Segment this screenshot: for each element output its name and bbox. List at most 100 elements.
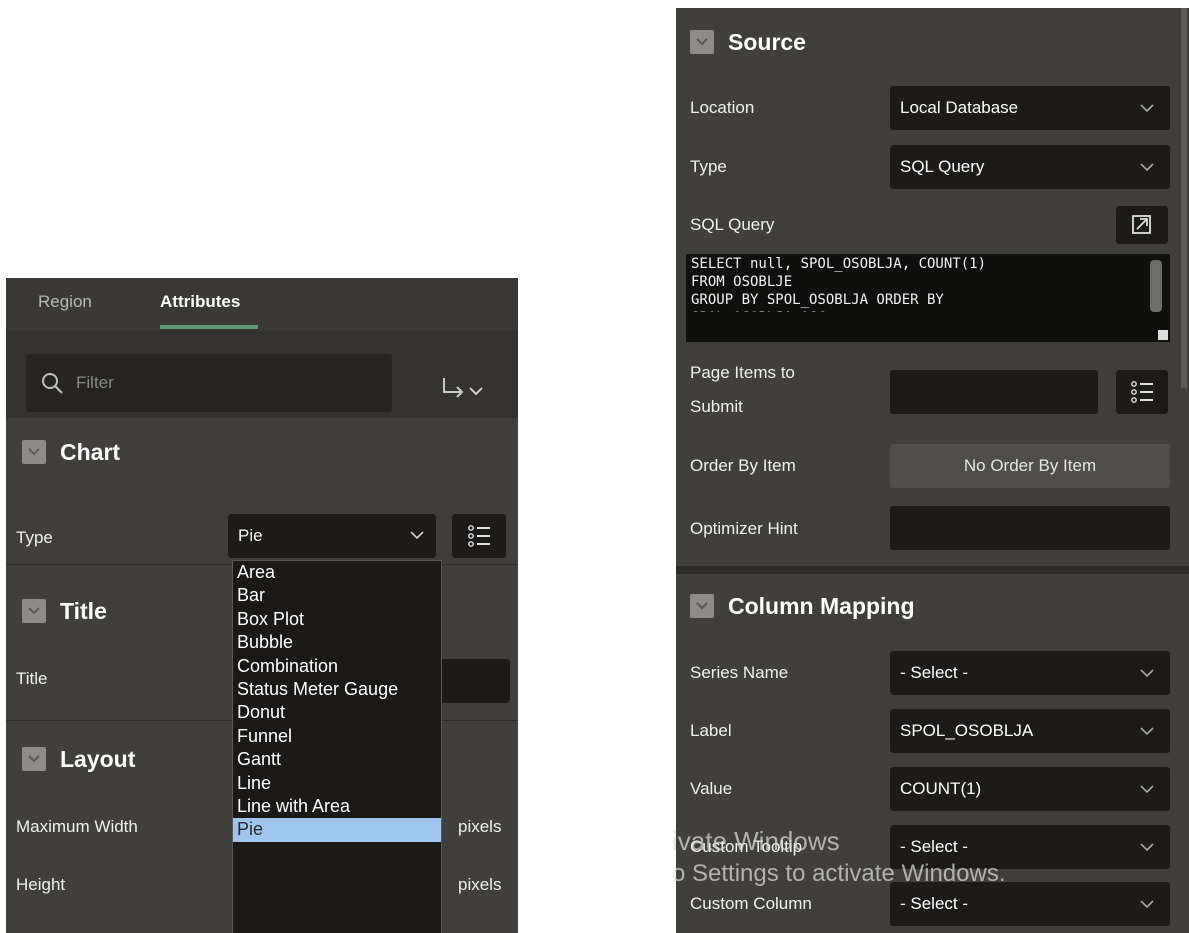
tab-bar: Region Attributes bbox=[6, 278, 518, 330]
chevron-down-icon bbox=[1140, 900, 1154, 909]
chevron-down-icon bbox=[28, 607, 40, 615]
page-items-input[interactable] bbox=[890, 370, 1098, 414]
sql-line-3: GROUP BY SPOL_OSOBLJA ORDER BY bbox=[691, 292, 944, 308]
custom-tooltip-value: - Select - bbox=[900, 837, 969, 856]
value-column-label: Value bbox=[690, 779, 733, 798]
option-funnel[interactable]: Funnel bbox=[233, 725, 441, 748]
list-icon bbox=[1131, 381, 1153, 403]
option-status-meter-gauge[interactable]: Status Meter Gauge bbox=[233, 678, 441, 701]
option-box-plot[interactable]: Box Plot bbox=[233, 608, 441, 631]
page-items-label-line1: Page Items to bbox=[690, 363, 795, 382]
column-mapping-heading: Column Mapping bbox=[728, 592, 915, 619]
custom-column-value: - Select - bbox=[900, 894, 969, 913]
chart-type-select[interactable]: Pie bbox=[228, 514, 436, 558]
chart-collapse-toggle[interactable] bbox=[22, 440, 46, 464]
label-column-value: SPOL_OSOBLJA bbox=[900, 721, 1034, 740]
column-mapping-section-header: Column Mapping bbox=[690, 576, 915, 636]
title-heading: Title bbox=[60, 597, 107, 624]
left-property-panel: Region Attributes Chart Type Pie bbox=[6, 278, 518, 933]
chevron-down-icon bbox=[696, 38, 708, 46]
chevron-down-icon bbox=[410, 531, 424, 540]
chevron-down-icon bbox=[28, 755, 40, 763]
title-input[interactable] bbox=[438, 659, 510, 703]
custom-column-select[interactable]: - Select - bbox=[890, 882, 1170, 926]
option-pie[interactable]: Pie bbox=[233, 818, 441, 842]
chart-heading: Chart bbox=[60, 438, 121, 465]
source-collapse-toggle[interactable] bbox=[690, 30, 714, 54]
order-by-label: Order By Item bbox=[690, 456, 796, 475]
source-heading: Source bbox=[728, 28, 806, 55]
order-by-item-button[interactable]: No Order By Item bbox=[890, 444, 1170, 488]
label-column-label: Label bbox=[690, 721, 732, 740]
title-collapse-toggle[interactable] bbox=[22, 599, 46, 623]
chart-type-list-button[interactable] bbox=[452, 514, 506, 558]
chart-type-value: Pie bbox=[238, 526, 263, 545]
filter-input[interactable] bbox=[74, 368, 374, 398]
page-items-list-button[interactable] bbox=[1116, 370, 1168, 414]
option-gantt[interactable]: Gantt bbox=[233, 748, 441, 771]
filter-box[interactable] bbox=[26, 354, 392, 412]
height-label: Height bbox=[16, 875, 66, 894]
series-name-value: - Select - bbox=[900, 663, 969, 682]
series-name-select[interactable]: - Select - bbox=[890, 651, 1170, 695]
location-value: Local Database bbox=[900, 98, 1019, 117]
section-divider bbox=[676, 566, 1189, 574]
chevron-down-icon bbox=[1140, 669, 1154, 678]
sql-line-1: SELECT null, SPOL_OSOBLJA, COUNT(1) bbox=[691, 256, 987, 272]
option-bubble[interactable]: Bubble bbox=[233, 631, 441, 654]
max-width-unit: pixels bbox=[458, 817, 502, 836]
location-select[interactable]: Local Database bbox=[890, 86, 1170, 130]
chevron-down-icon bbox=[1140, 163, 1154, 172]
active-tab-indicator bbox=[160, 325, 258, 329]
chart-type-label: Type bbox=[16, 528, 53, 547]
page-items-label-line2: Submit bbox=[690, 397, 743, 416]
activation-watermark-line2: o Settings to activate Windows. bbox=[672, 860, 1006, 887]
chart-type-dropdown[interactable]: Area Bar Box Plot Bubble Combination Sta… bbox=[232, 560, 442, 933]
label-column-select[interactable]: SPOL_OSOBLJA bbox=[890, 709, 1170, 753]
title-label: Title bbox=[16, 669, 48, 688]
source-type-value: SQL Query bbox=[900, 157, 985, 176]
chevron-down-icon bbox=[28, 448, 40, 456]
source-type-label: Type bbox=[690, 157, 727, 176]
chevron-down-icon bbox=[1140, 785, 1154, 794]
optimizer-hint-input[interactable] bbox=[890, 506, 1170, 550]
value-column-value: COUNT(1) bbox=[900, 779, 982, 798]
layout-collapse-toggle[interactable] bbox=[22, 747, 46, 771]
chevron-down-icon bbox=[1140, 727, 1154, 736]
layout-heading: Layout bbox=[60, 745, 136, 772]
option-bar[interactable]: Bar bbox=[233, 584, 441, 607]
chevron-down-icon bbox=[1140, 843, 1154, 852]
column-mapping-collapse-toggle[interactable] bbox=[690, 594, 714, 618]
optimizer-hint-label: Optimizer Hint bbox=[690, 519, 798, 538]
value-column-select[interactable]: COUNT(1) bbox=[890, 767, 1170, 811]
option-line-with-area[interactable]: Line with Area bbox=[233, 795, 441, 818]
max-width-label: Maximum Width bbox=[16, 817, 138, 836]
chevron-down-icon bbox=[1140, 104, 1154, 113]
custom-column-label: Custom Column bbox=[690, 894, 812, 913]
sql-scrollbar[interactable] bbox=[1150, 260, 1162, 312]
go-to-group-icon[interactable] bbox=[436, 374, 496, 404]
location-label: Location bbox=[690, 98, 755, 117]
filter-bar bbox=[6, 330, 518, 418]
chevron-down-icon bbox=[696, 602, 708, 610]
activation-watermark-line1: ivate Windows bbox=[672, 826, 840, 856]
option-line[interactable]: Line bbox=[233, 772, 441, 795]
height-unit: pixels bbox=[458, 875, 502, 894]
option-area[interactable]: Area bbox=[233, 561, 441, 584]
tab-region[interactable]: Region bbox=[38, 292, 92, 312]
expand-icon bbox=[1132, 215, 1151, 234]
tab-attributes[interactable]: Attributes bbox=[160, 292, 240, 312]
sql-query-editor[interactable]: SELECT null, SPOL_OSOBLJA, COUNT(1) FROM… bbox=[686, 254, 1170, 342]
sql-line-4: SPOL_OSOBLJA ASC bbox=[691, 310, 826, 326]
right-property-panel: Source Location Local Database Type SQL … bbox=[676, 8, 1189, 933]
source-section-header: Source bbox=[690, 12, 806, 72]
search-icon bbox=[42, 373, 63, 394]
source-type-select[interactable]: SQL Query bbox=[890, 145, 1170, 189]
option-combination[interactable]: Combination bbox=[233, 655, 441, 678]
option-donut[interactable]: Donut bbox=[233, 701, 441, 724]
sql-expand-button[interactable] bbox=[1116, 206, 1168, 244]
sql-query-label: SQL Query bbox=[690, 215, 775, 234]
sql-line-2: FROM OSOBLJE bbox=[691, 274, 793, 290]
panel-scrollbar[interactable] bbox=[1181, 8, 1187, 388]
resize-handle-icon[interactable] bbox=[1158, 330, 1168, 340]
